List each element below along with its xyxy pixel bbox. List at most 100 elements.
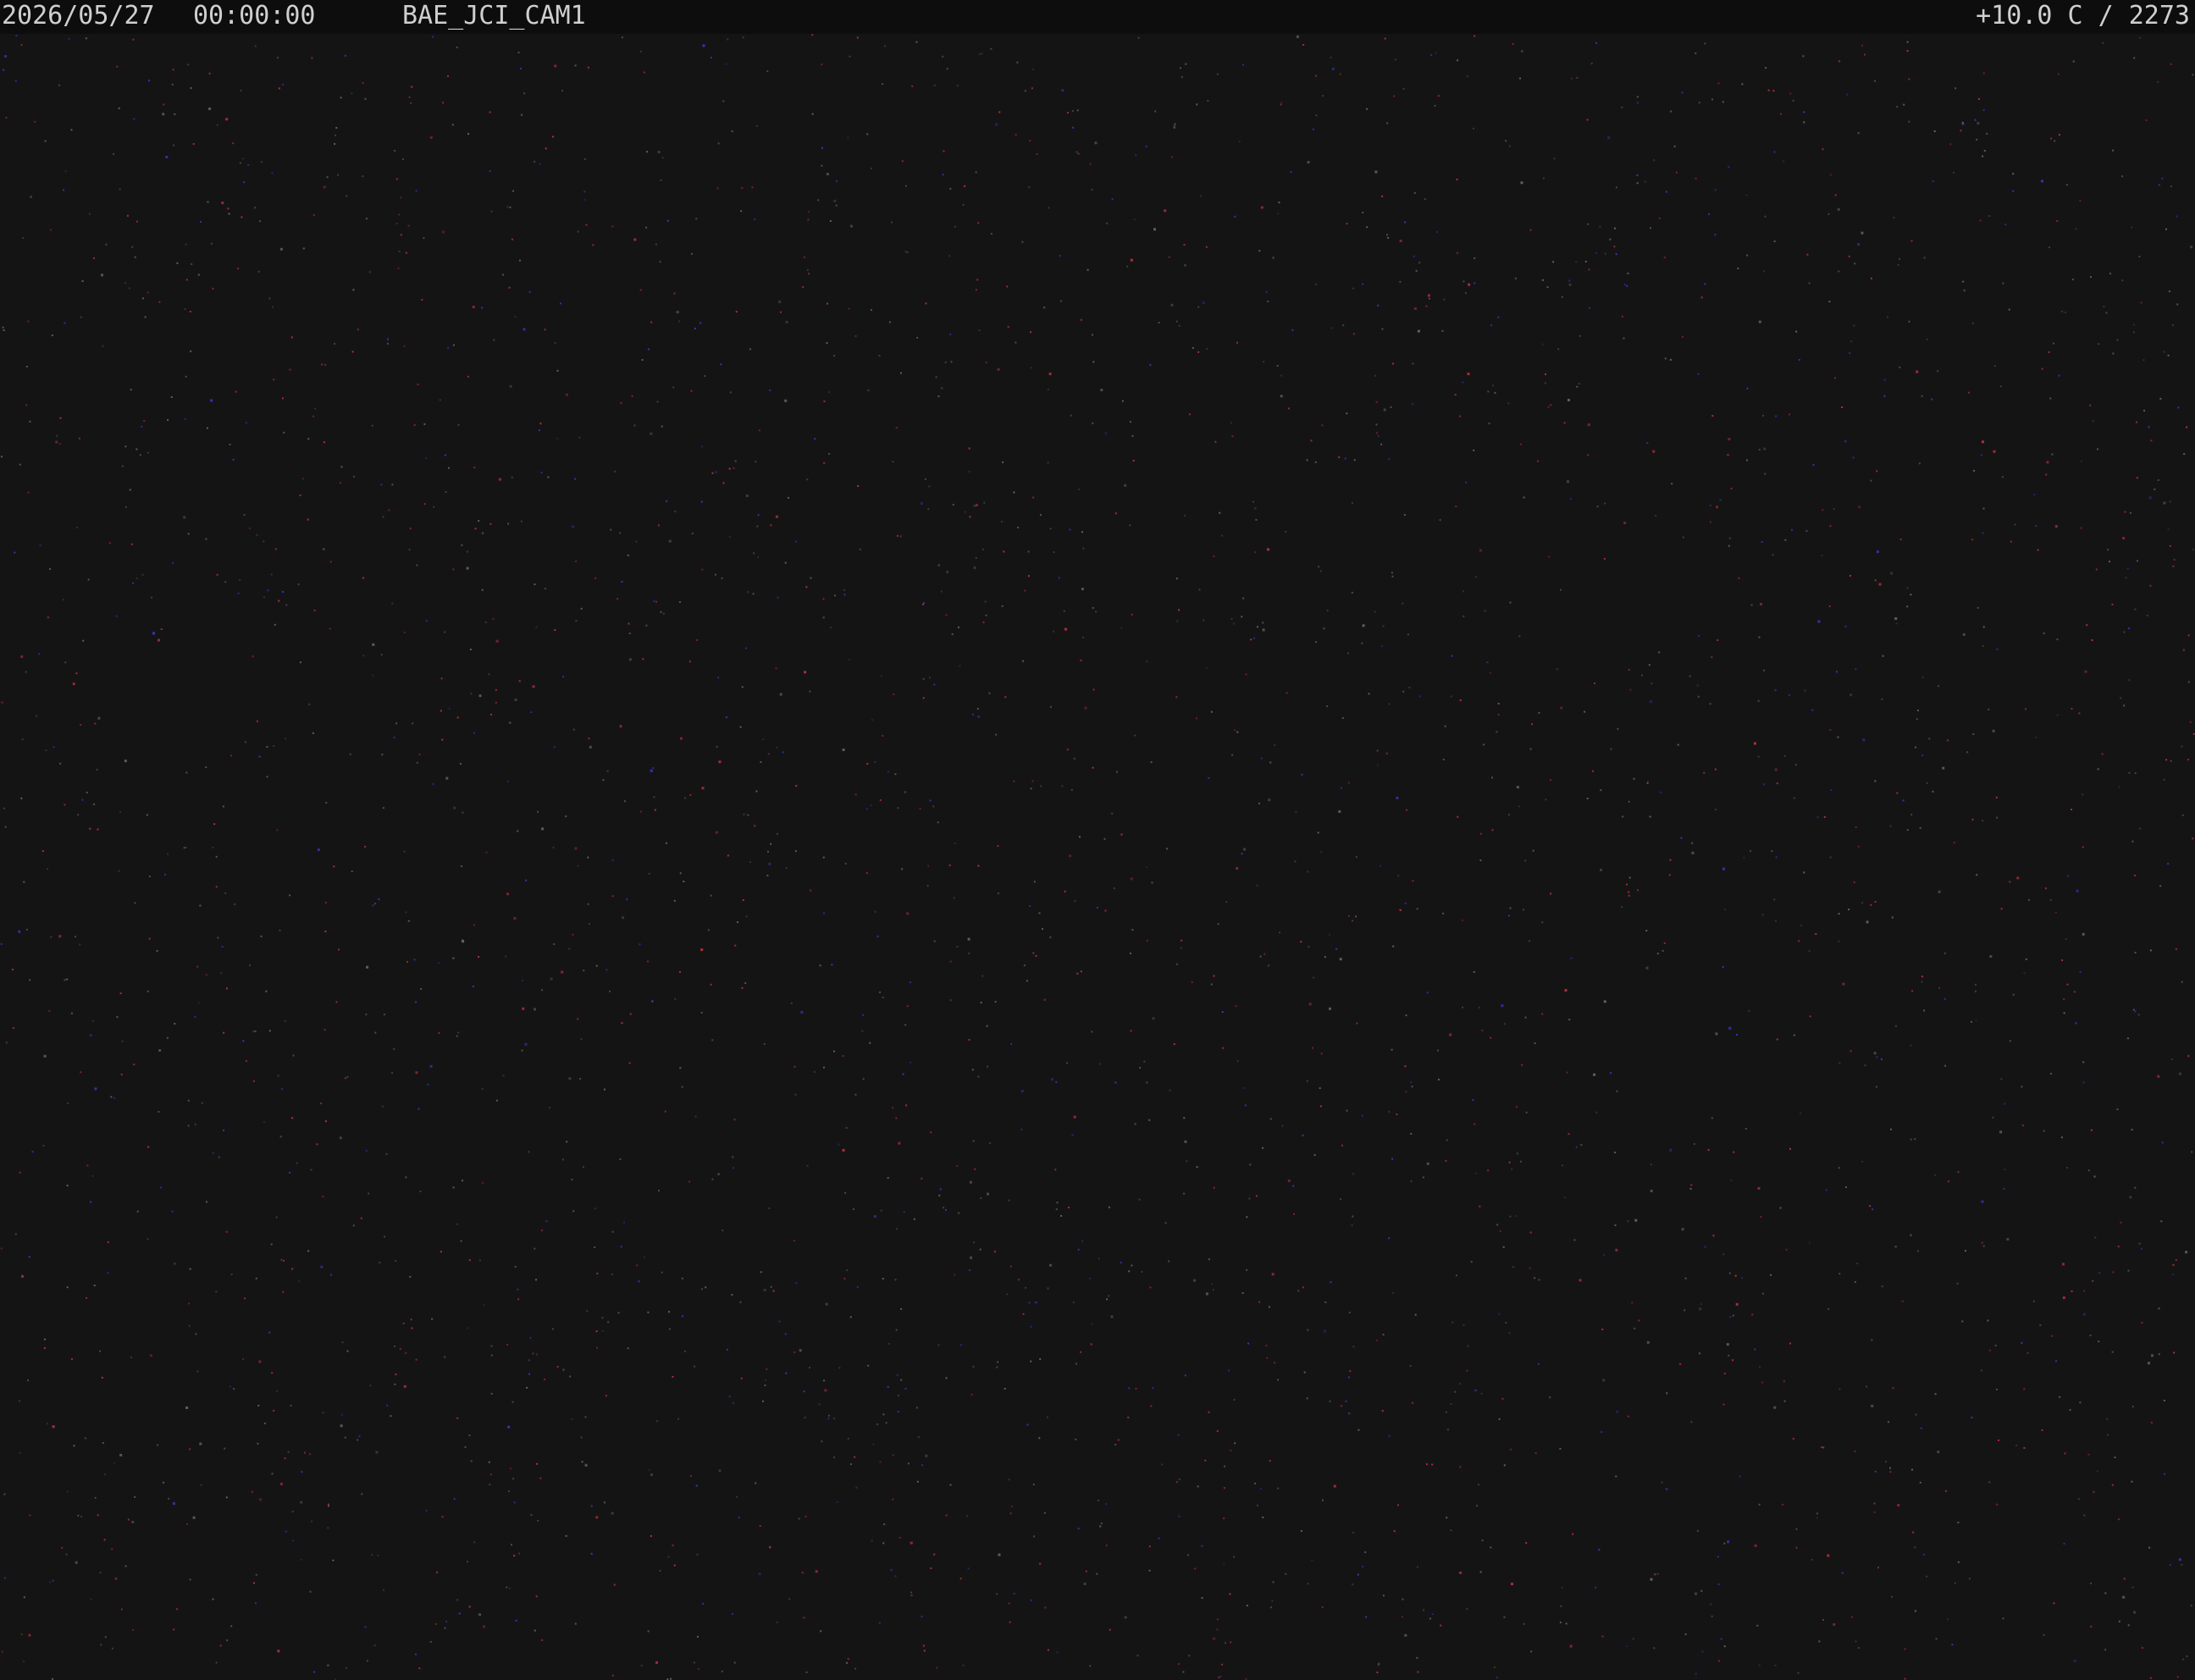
star-speck	[1841, 406, 1844, 408]
star-speck	[1858, 506, 1861, 509]
star-speck	[1124, 1616, 1127, 1619]
star-speck	[1348, 1312, 1351, 1313]
star-speck	[2093, 1175, 2096, 1178]
star-speck	[1600, 868, 1602, 871]
star-speck	[617, 1312, 620, 1314]
star-speck	[147, 291, 149, 294]
star-speck	[1723, 1645, 1726, 1648]
star-speck	[1529, 1267, 1531, 1269]
star-speck	[2169, 290, 2170, 293]
star-speck	[1089, 163, 1092, 165]
star-speck	[442, 102, 444, 104]
star-speck	[1058, 577, 1060, 579]
star-speck	[49, 1581, 52, 1583]
star-speck	[1449, 1033, 1452, 1036]
star-speck	[1783, 160, 1785, 163]
star-speck	[2087, 1169, 2090, 1172]
star-speck	[534, 1629, 536, 1632]
star-speck	[189, 1448, 191, 1451]
star-speck	[948, 255, 951, 257]
star-speck	[1505, 1322, 1507, 1324]
star-speck	[583, 158, 586, 160]
star-speck	[770, 524, 772, 527]
star-speck	[1277, 213, 1280, 215]
star-speck	[473, 1541, 476, 1544]
star-speck	[1714, 234, 1717, 236]
star-speck	[945, 1208, 947, 1211]
star-speck	[937, 564, 940, 566]
star-speck	[740, 1377, 743, 1379]
star-speck	[1138, 1198, 1141, 1201]
star-speck	[2161, 1141, 2164, 1144]
star-speck	[1838, 1273, 1841, 1275]
star-speck	[667, 1556, 670, 1558]
star-speck	[1881, 1285, 1883, 1288]
star-speck	[926, 885, 929, 887]
star-speck	[1380, 443, 1383, 445]
star-speck	[456, 47, 458, 48]
star-speck	[1434, 104, 1436, 107]
star-speck	[631, 395, 633, 397]
star-speck	[1228, 1369, 1230, 1372]
star-speck	[385, 1152, 388, 1155]
star-speck	[1106, 1298, 1109, 1301]
star-speck	[810, 577, 812, 579]
star-speck	[460, 1240, 462, 1242]
star-speck	[386, 342, 389, 345]
star-speck	[1711, 1615, 1713, 1617]
star-speck	[1524, 859, 1527, 862]
star-speck	[511, 238, 513, 240]
star-speck	[1435, 231, 1438, 233]
star-speck	[1897, 263, 1899, 266]
star-speck	[460, 763, 462, 765]
star-speck	[978, 52, 981, 55]
star-speck	[1525, 1111, 1528, 1114]
star-speck	[1391, 1158, 1393, 1160]
star-speck	[89, 1034, 92, 1037]
star-speck	[870, 309, 872, 312]
star-speck	[845, 1126, 848, 1129]
star-speck	[1268, 964, 1270, 967]
star-speck	[1569, 1644, 1573, 1648]
star-speck	[922, 602, 925, 605]
star-speck	[1855, 1640, 1857, 1643]
star-speck	[2124, 511, 2126, 513]
star-speck	[954, 225, 956, 228]
star-speck	[829, 220, 832, 223]
star-speck	[1866, 1385, 1868, 1388]
star-speck	[943, 150, 945, 152]
star-speck	[1621, 106, 1623, 108]
star-speck	[402, 1322, 405, 1324]
star-speck	[1249, 1163, 1252, 1166]
star-speck	[1961, 121, 1964, 124]
star-speck	[1117, 1439, 1120, 1441]
star-speck	[747, 591, 749, 594]
star-speck	[1906, 829, 1909, 832]
star-speck	[371, 1554, 373, 1556]
star-speck	[344, 54, 346, 57]
star-speck	[2098, 1272, 2101, 1274]
star-speck	[380, 484, 383, 486]
star-speck	[2111, 1351, 2114, 1353]
star-speck	[1626, 883, 1628, 886]
star-speck	[205, 974, 207, 976]
star-speck	[150, 1354, 152, 1357]
star-speck	[1730, 487, 1733, 489]
star-speck	[212, 1598, 214, 1600]
star-speck	[2169, 1564, 2171, 1567]
star-speck	[2097, 768, 2099, 771]
star-speck	[141, 425, 143, 428]
star-speck	[225, 1496, 228, 1499]
star-speck	[1708, 213, 1711, 215]
star-speck	[147, 990, 149, 992]
star-speck	[1921, 975, 1923, 978]
star-speck	[1772, 554, 1774, 556]
star-speck	[856, 36, 859, 39]
star-speck	[1352, 1215, 1354, 1218]
star-speck	[309, 1590, 312, 1593]
star-speck	[1607, 136, 1611, 140]
star-speck	[1578, 383, 1580, 385]
star-speck	[277, 57, 279, 59]
star-speck	[1254, 507, 1257, 510]
star-speck	[1476, 1505, 1479, 1507]
